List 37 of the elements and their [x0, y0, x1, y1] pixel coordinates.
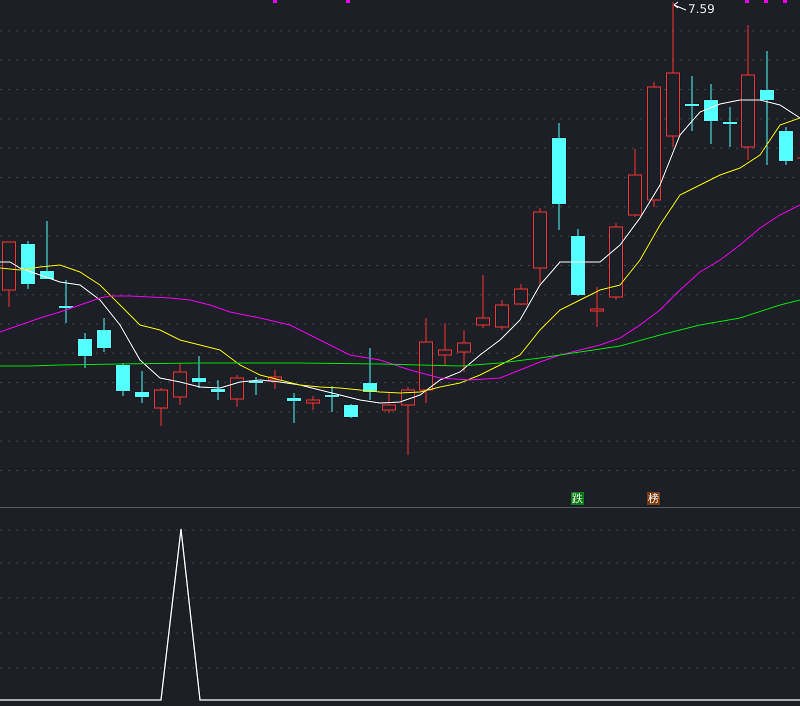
candlestick — [192, 356, 206, 388]
candlestick — [40, 220, 54, 280]
candlestick — [704, 84, 718, 144]
candlestick — [363, 348, 377, 400]
candlestick — [457, 330, 471, 372]
candlestick — [685, 76, 699, 132]
candlestick — [135, 370, 149, 404]
candlestick — [325, 386, 339, 412]
candlestick — [779, 126, 793, 166]
candlestick — [230, 374, 244, 408]
candlestick — [59, 280, 73, 324]
candlestick — [21, 240, 35, 290]
signal-tag: 跌 — [571, 492, 584, 505]
candlestick — [78, 332, 92, 368]
candlestick — [514, 284, 528, 306]
candlestick — [211, 380, 225, 400]
candlestick — [268, 370, 282, 390]
candlestick — [723, 106, 737, 148]
candlestick — [382, 392, 396, 414]
candlestick — [590, 286, 604, 328]
candlestick — [344, 404, 358, 418]
candlestick — [495, 300, 509, 330]
candlestick — [306, 396, 320, 410]
candlestick — [97, 318, 111, 352]
candlestick — [628, 148, 642, 218]
leader-line — [674, 2, 686, 10]
candlestick — [173, 362, 187, 406]
signal-tag: 榜 — [647, 492, 660, 505]
candlestick — [287, 392, 301, 424]
candlestick — [249, 376, 263, 396]
price-label: 7.59 — [688, 2, 715, 16]
candlestick — [401, 386, 415, 456]
candlestick — [116, 362, 130, 396]
candlestick — [476, 274, 490, 328]
candlestick — [154, 388, 168, 426]
candlestick — [438, 322, 452, 366]
candlestick — [571, 228, 585, 296]
